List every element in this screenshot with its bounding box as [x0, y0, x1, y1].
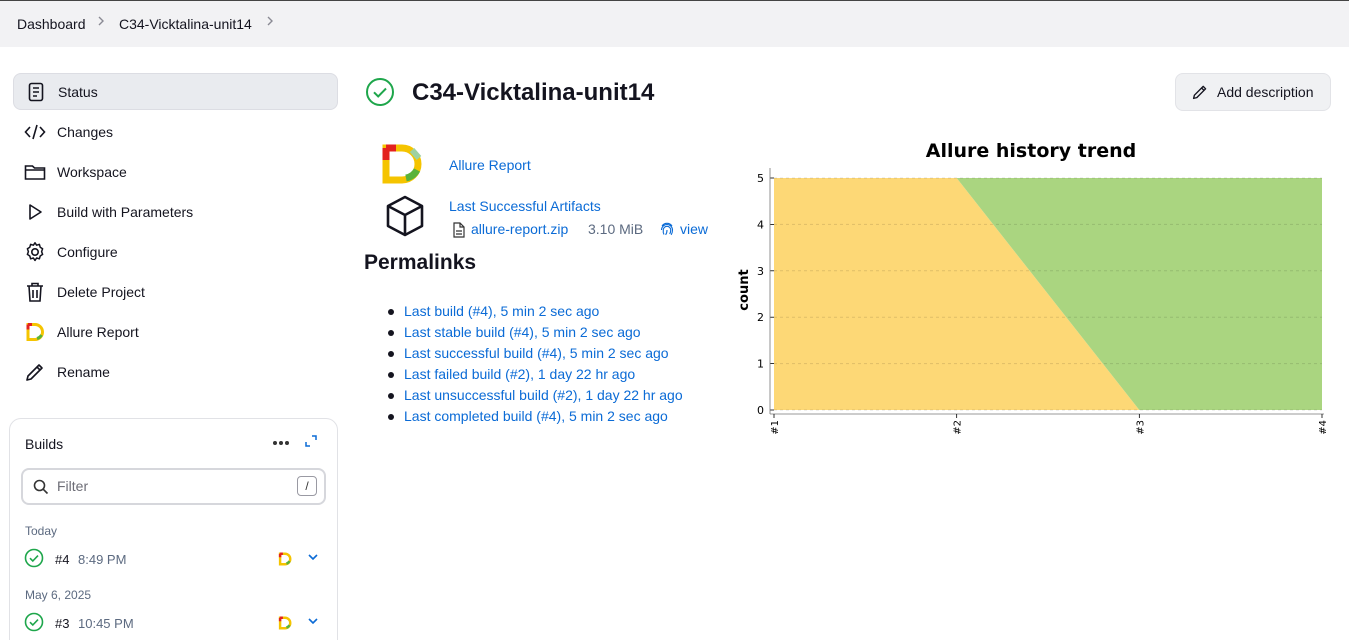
success-icon [24, 612, 44, 635]
list-item: Last failed build (#2), 1 day 22 hr ago [388, 366, 683, 387]
build-time[interactable]: 10:45 PM [78, 616, 134, 631]
breadcrumb-project[interactable]: C34-Vicktalina-unit14 [119, 16, 252, 32]
sidebar-item-build-with-parameters[interactable]: Build with Parameters [13, 193, 338, 230]
artifact-download-link[interactable]: allure-report.zip [471, 221, 568, 237]
permalink-last-stable-build[interactable]: Last stable build (#4), 5 min 2 sec ago [404, 324, 641, 340]
chart-y-axis-label: count [737, 269, 752, 310]
sidebar-item-label: Configure [57, 243, 118, 260]
artifact-size: 3.10 MiB [588, 221, 644, 237]
list-item: Last completed build (#4), 5 min 2 sec a… [388, 408, 683, 429]
allure-logo-icon[interactable] [278, 552, 292, 569]
list-item: Last stable build (#4), 5 min 2 sec ago [388, 324, 683, 345]
fingerprint-icon[interactable] [659, 221, 675, 240]
sidebar-item-label: Changes [57, 123, 114, 140]
permalinks-list: Last build (#4), 5 min 2 sec ago Last st… [388, 303, 683, 429]
list-item: Last build (#4), 5 min 2 sec ago [388, 303, 683, 324]
status-icon [24, 80, 48, 104]
permalink-last-build[interactable]: Last build (#4), 5 min 2 sec ago [404, 303, 599, 319]
build-time[interactable]: 8:49 PM [78, 552, 126, 567]
breadcrumb-dashboard[interactable]: Dashboard [17, 16, 86, 32]
build-number[interactable]: #3 [55, 616, 69, 631]
chart-y-tick-label: 3 [757, 265, 764, 278]
add-description-button[interactable]: Add description [1175, 73, 1331, 111]
sidebar-item-label: Delete Project [57, 283, 145, 300]
chevron-right-icon [96, 14, 106, 31]
pencil-icon [23, 360, 47, 384]
builds-panel: Builds / Today #4 8:49 PM May 6, 2025 #3… [9, 418, 338, 640]
folder-icon [23, 160, 47, 184]
allure-logo-icon [382, 144, 428, 187]
breadcrumb: Dashboard C34-Vicktalina-unit14 [0, 0, 1349, 47]
filter-shortcut-badge: / [297, 476, 317, 496]
permalinks-heading: Permalinks [364, 251, 477, 274]
trash-icon [23, 280, 47, 304]
chart-y-tick-label: 0 [757, 404, 764, 417]
chart-x-tick-label: #4 [1318, 420, 1329, 435]
sidebar-item-label: Rename [57, 363, 110, 380]
chart-x-tick-label: #2 [953, 420, 964, 435]
success-icon [24, 548, 44, 571]
success-icon [365, 77, 395, 110]
permalink-last-failed-build[interactable]: Last failed build (#2), 1 day 22 hr ago [404, 366, 635, 382]
chevron-down-icon[interactable] [306, 550, 320, 567]
allure-history-trend-chart[interactable]: Allure history trend count 0 1 2 3 4 5 #1 #2 #3 #… [730, 132, 1340, 452]
build-group-label: May 6, 2025 [25, 588, 92, 602]
sidebar-item-status[interactable]: Status [13, 73, 338, 110]
chart-y-tick-label: 5 [757, 172, 764, 185]
allure-logo-icon[interactable] [278, 616, 292, 633]
permalink-last-unsuccessful-build[interactable]: Last unsuccessful build (#2), 1 day 22 h… [404, 387, 683, 403]
chart-title: Allure history trend [926, 140, 1136, 162]
chart-y-tick-label: 1 [757, 358, 764, 371]
code-icon [23, 120, 47, 144]
sidebar-item-rename[interactable]: Rename [13, 353, 338, 390]
allure-logo-icon [23, 320, 47, 344]
play-icon [23, 200, 47, 224]
build-row[interactable]: #3 10:45 PM [24, 612, 324, 634]
expand-icon[interactable] [304, 434, 318, 451]
page-title: C34-Vicktalina-unit14 [412, 79, 655, 106]
permalink-last-completed-build[interactable]: Last completed build (#4), 5 min 2 sec a… [404, 408, 668, 424]
sidebar-item-workspace[interactable]: Workspace [13, 153, 338, 190]
build-number[interactable]: #4 [55, 552, 69, 567]
builds-filter[interactable]: / [21, 468, 326, 505]
chart-y-tick-label: 2 [757, 311, 764, 324]
sidebar-item-label: Workspace [57, 163, 127, 180]
allure-report-link[interactable]: Allure Report [449, 157, 531, 173]
builds-title: Builds [25, 436, 64, 452]
file-icon [453, 222, 465, 241]
chart-x-tick-label: #3 [1135, 420, 1146, 435]
sidebar-item-label: Status [58, 83, 98, 100]
search-icon [33, 479, 49, 498]
build-group-label: Today [25, 524, 58, 538]
sidebar-item-label: Build with Parameters [57, 203, 194, 220]
artifact-view-link[interactable]: view [680, 221, 708, 237]
filter-input[interactable] [57, 478, 287, 494]
package-icon [384, 194, 426, 241]
gear-icon [23, 240, 47, 264]
chart-y-tick-label: 4 [757, 218, 764, 231]
more-icon[interactable] [272, 433, 290, 449]
sidebar-item-changes[interactable]: Changes [13, 113, 338, 150]
sidebar-item-delete-project[interactable]: Delete Project [13, 273, 338, 310]
build-row[interactable]: #4 8:49 PM [24, 548, 324, 570]
last-successful-artifacts-link[interactable]: Last Successful Artifacts [449, 198, 601, 214]
permalink-last-successful-build[interactable]: Last successful build (#4), 5 min 2 sec … [404, 345, 669, 361]
list-item: Last unsuccessful build (#2), 1 day 22 h… [388, 387, 683, 408]
pencil-icon [1192, 84, 1208, 103]
sidebar-item-configure[interactable]: Configure [13, 233, 338, 270]
chevron-right-icon[interactable] [265, 14, 275, 31]
add-description-label: Add description [1217, 84, 1314, 100]
chart-x-tick-label: #1 [770, 420, 781, 435]
sidebar-item-allure-report[interactable]: Allure Report [13, 313, 338, 350]
sidebar-item-label: Allure Report [57, 323, 139, 340]
list-item: Last successful build (#4), 5 min 2 sec … [388, 345, 683, 366]
chevron-down-icon[interactable] [306, 614, 320, 631]
